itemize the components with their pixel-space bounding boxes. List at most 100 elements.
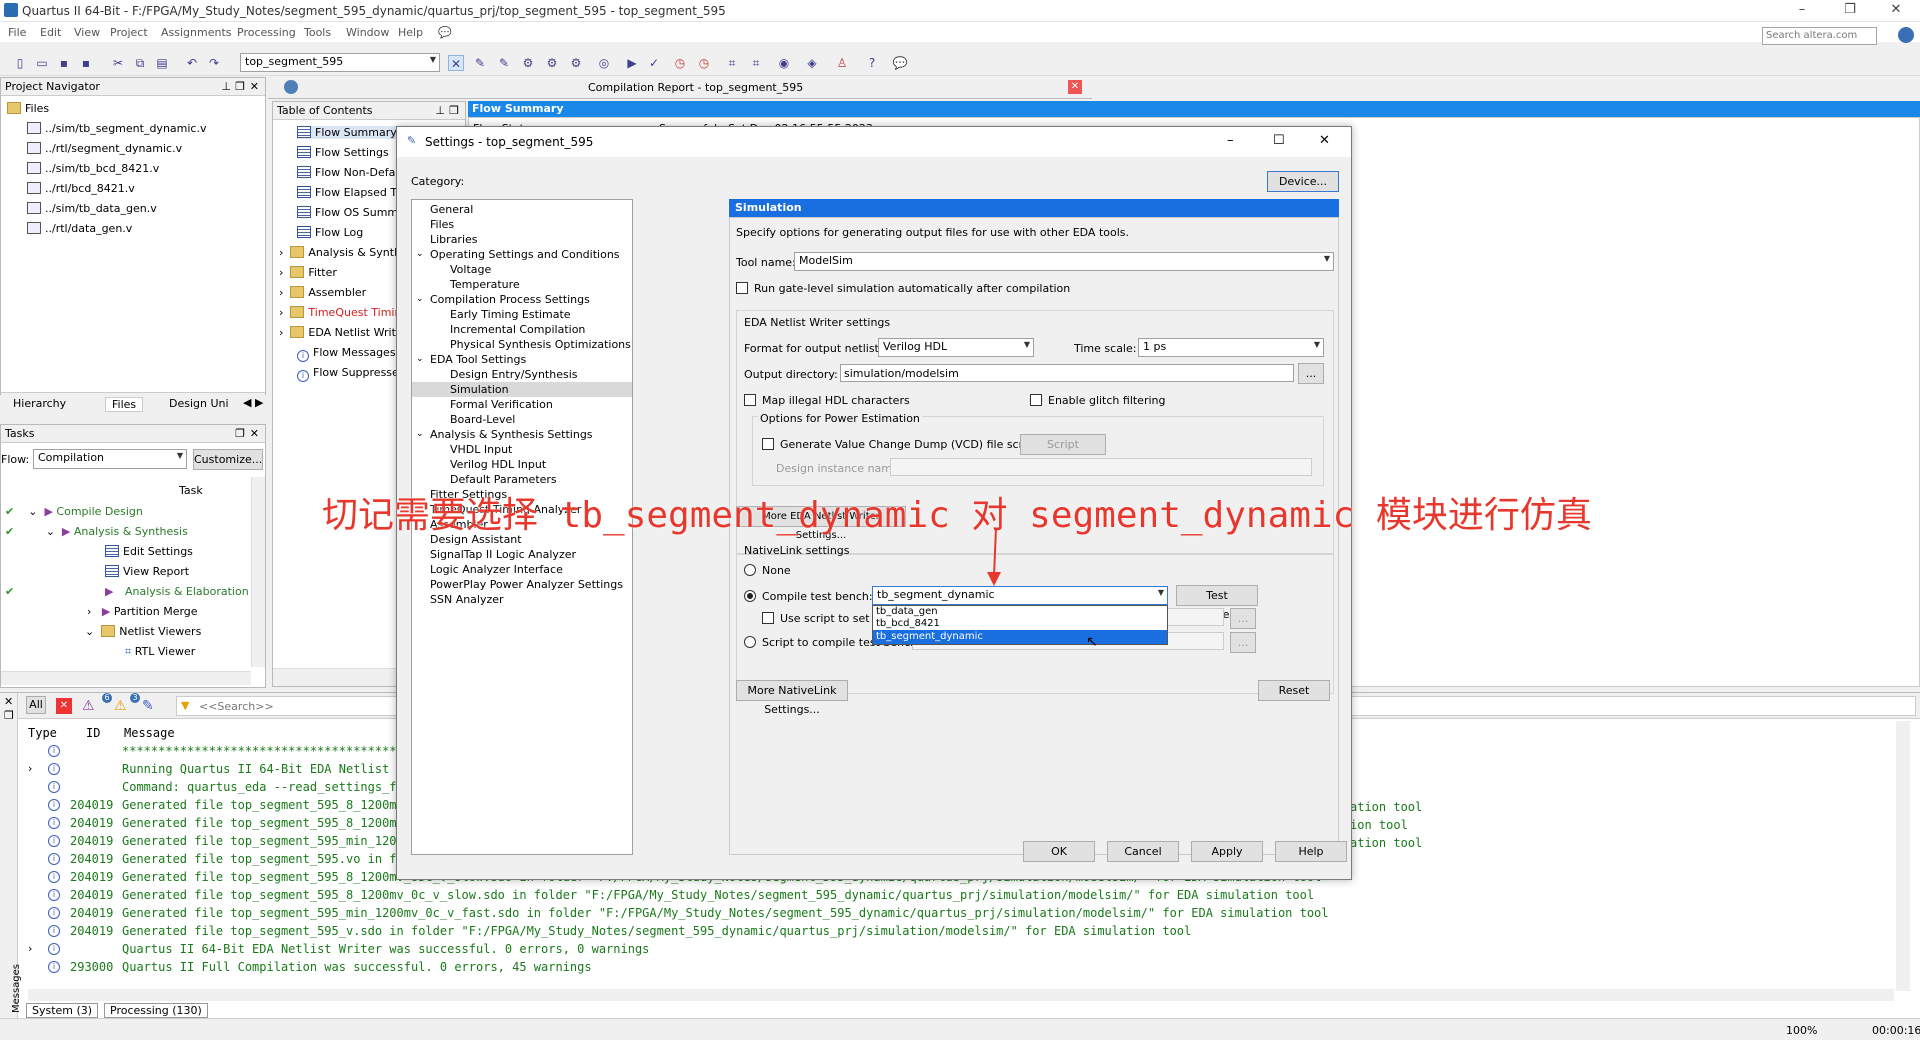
megawizard-icon[interactable]: ⚙ <box>544 55 560 71</box>
run-gate-level-checkbox[interactable] <box>736 282 748 294</box>
globe-icon[interactable] <box>1898 27 1914 43</box>
script-compile-radio[interactable] <box>744 636 756 648</box>
start-compilation-icon[interactable]: ▶ <box>624 55 640 71</box>
qsys-icon[interactable]: ⚙ <box>568 55 584 71</box>
tasks-hscrollbar[interactable] <box>1 671 251 685</box>
save-icon[interactable]: ▪ <box>56 55 72 71</box>
category-item[interactable]: Incremental Compilation <box>412 322 632 337</box>
task-row[interactable]: Edit Settings <box>105 545 193 558</box>
compile-tb-radio[interactable] <box>744 590 756 602</box>
message-row[interactable]: i 204019 Generated file top_segment_595_mi… <box>28 904 1888 922</box>
maximize-icon[interactable]: ☐ <box>1273 133 1285 148</box>
new-icon[interactable]: ▯ <box>12 55 28 71</box>
tab-design-units[interactable]: Design Uni <box>169 397 229 410</box>
tab-scroll-right-icon[interactable]: ▶ <box>255 396 263 409</box>
browse-output-dir-button[interactable]: ... <box>1298 363 1324 384</box>
task-row[interactable]: ✔ ▶ Analysis & Elaboration <box>5 585 249 598</box>
rtl-viewer-icon[interactable]: ⌗ <box>724 55 740 71</box>
script-settings-button[interactable]: Script Settings... <box>1020 434 1106 470</box>
cancel-button[interactable]: Cancel <box>1107 841 1179 862</box>
dropdown-option-selected[interactable]: tb_segment_dynamic <box>873 630 1167 644</box>
menu-view[interactable]: View <box>74 26 100 39</box>
menu-processing[interactable]: Processing <box>237 26 296 39</box>
message-row[interactable]: › i Quartus II 64-Bit EDA Netlist Writer w… <box>28 940 1888 958</box>
menu-file[interactable]: File <box>8 26 26 39</box>
message-row[interactable]: i 204019 Generated file top_segment_595_v.… <box>28 922 1888 940</box>
chip-planner-icon[interactable]: ✕ <box>448 55 464 71</box>
use-script-browse-button[interactable]: ... <box>1230 608 1256 629</box>
help-button[interactable]: Help <box>1275 841 1347 862</box>
design-instance-input[interactable] <box>890 458 1312 476</box>
apply-button[interactable]: Apply <box>1191 841 1263 862</box>
toc-item[interactable]: i Flow Messages <box>297 346 396 362</box>
category-item[interactable]: PowerPlay Power Analyzer Settings <box>412 577 632 592</box>
category-item[interactable]: Verilog HDL Input <box>412 457 632 472</box>
tab-scroll-left-icon[interactable]: ◀ <box>243 396 251 409</box>
float-icon[interactable]: ❐ <box>235 80 245 93</box>
float-icon[interactable]: ❐ <box>235 427 245 440</box>
suppress-filter-icon[interactable]: ✎ <box>142 698 154 714</box>
category-item[interactable]: ⌄ Compilation Process Settings <box>412 292 632 307</box>
test-benches-button[interactable]: Test Benches... <box>1176 585 1258 621</box>
minimize-icon[interactable]: – <box>1227 133 1234 148</box>
expand-right-icon[interactable]: › <box>28 762 32 775</box>
tab-files[interactable]: Files <box>105 397 144 412</box>
compile-tb-select[interactable]: tb_segment_dynamic ▼ <box>872 586 1168 605</box>
close-icon[interactable]: ✕ <box>250 80 259 93</box>
cut-icon[interactable]: ✂ <box>110 55 126 71</box>
dropdown-option[interactable]: tb_data_gen <box>873 606 1167 618</box>
close-icon[interactable]: ✕ <box>1876 2 1916 20</box>
category-item[interactable]: Default Parameters <box>412 472 632 487</box>
category-item[interactable]: Logic Analyzer Interface <box>412 562 632 577</box>
filter-all-button[interactable]: All <box>26 696 46 714</box>
pin-icon[interactable]: ⊥ <box>435 104 445 117</box>
category-item[interactable]: SignalTap II Logic Analyzer <box>412 547 632 562</box>
toc-item[interactable]: Flow Summary <box>297 126 401 139</box>
redo-icon[interactable]: ↷ <box>206 55 222 71</box>
expand-right-icon[interactable]: › <box>28 942 32 955</box>
category-item[interactable]: Formal Verification <box>412 397 632 412</box>
menu-window[interactable]: Window <box>346 26 389 39</box>
task-row[interactable]: ✔ ⌄ ▶ Compile Design <box>5 505 143 518</box>
toc-item[interactable]: › Fitter <box>279 266 337 279</box>
powerplay-icon[interactable]: ◷ <box>696 55 712 71</box>
menu-project[interactable]: Project <box>110 26 148 39</box>
reset-button[interactable]: Reset <box>1258 680 1330 701</box>
file-item[interactable]: ../sim/tb_bcd_8421.v <box>27 162 159 175</box>
open-icon[interactable]: ▭ <box>34 55 50 71</box>
float-icon[interactable]: ❐ <box>449 104 459 117</box>
none-radio[interactable] <box>744 564 756 576</box>
toc-item[interactable]: Flow Log <box>297 226 363 239</box>
restore-icon[interactable]: ❐ <box>1830 2 1870 20</box>
warning-filter-icon[interactable]: ⚠ <box>114 698 127 714</box>
close-icon[interactable]: ✕ <box>4 695 13 708</box>
save-all-icon[interactable]: ▪ <box>78 55 94 71</box>
device-button[interactable]: Device... <box>1267 171 1339 192</box>
expand-icon[interactable]: ⌄ <box>416 352 424 367</box>
script-compile-browse-button[interactable]: ... <box>1230 632 1256 653</box>
stop-icon[interactable]: ◎ <box>596 55 612 71</box>
toc-item[interactable]: Flow Settings <box>297 146 389 159</box>
pin-icon[interactable]: ⊥ <box>221 80 231 93</box>
files-root[interactable]: Files <box>7 102 49 115</box>
output-dir-input[interactable]: simulation/modelsim <box>840 364 1294 382</box>
category-item-selected[interactable]: Simulation <box>412 382 632 397</box>
more-nativelink-settings-button[interactable]: More NativeLink Settings... <box>736 680 848 716</box>
paste-icon[interactable]: ▤ <box>154 55 170 71</box>
tab-system[interactable]: System (3) <box>26 1003 99 1018</box>
customize-button[interactable]: Customize... <box>193 449 263 470</box>
close-icon[interactable]: ✕ <box>250 427 259 440</box>
task-row[interactable]: ⌄ Netlist Viewers <box>85 625 201 638</box>
category-item[interactable]: Board-Level <box>412 412 632 427</box>
close-icon[interactable]: ✕ <box>1319 133 1330 148</box>
file-item[interactable]: ../rtl/segment_dynamic.v <box>27 142 182 155</box>
pin-planner-icon[interactable]: ✎ <box>472 55 488 71</box>
menu-edit[interactable]: Edit <box>40 26 61 39</box>
tab-hierarchy[interactable]: Hierarchy <box>13 397 66 410</box>
messages-vscrollbar[interactable] <box>1896 721 1910 991</box>
category-item[interactable]: Temperature <box>412 277 632 292</box>
menu-help[interactable]: Help <box>398 26 423 39</box>
tab-processing[interactable]: Processing (130) <box>104 1003 208 1018</box>
category-item[interactable]: Voltage <box>412 262 632 277</box>
messages-hscrollbar[interactable] <box>28 989 1894 1001</box>
